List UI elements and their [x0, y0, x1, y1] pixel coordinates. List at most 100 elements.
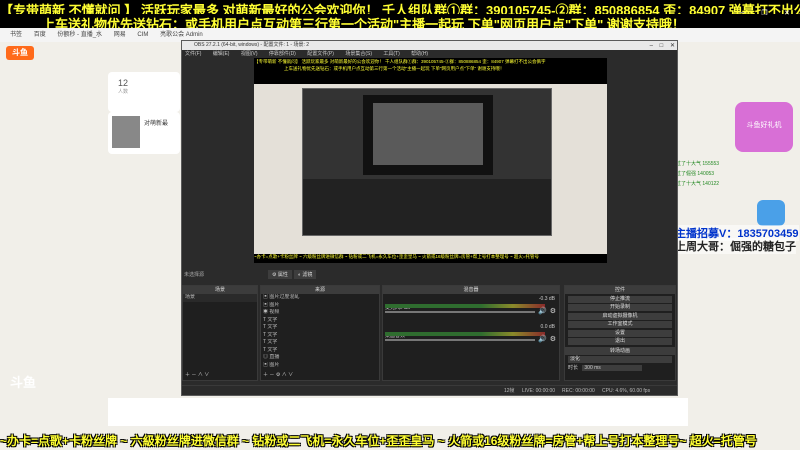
- duration-row: 时长 300 ms: [568, 364, 672, 371]
- bookmark-item[interactable]: 份额秒 - 直播_水: [57, 28, 102, 42]
- transition-select[interactable]: 淡化: [568, 356, 672, 363]
- close-icon[interactable]: ✕: [781, 9, 793, 19]
- speaker-icon[interactable]: 🔊: [538, 307, 547, 315]
- mixer-dock: 混音器 麦克风/Aux -0.3 dB 🔊 ⚙ 桌面音频 0.0 dB 🔊 ⚙: [382, 285, 560, 381]
- side-ad-banner[interactable]: 斗鱼好礼机: [735, 102, 793, 152]
- preview-banner2: 上车送礼物优先送钻石：或手机用户点互动第三行第一个活动"主播一起玩 下单"网页用…: [284, 66, 505, 71]
- add-icon[interactable]: ＋: [263, 372, 268, 378]
- studio-mode-button[interactable]: 工作室模式: [568, 321, 672, 328]
- obs-title-bar[interactable]: OBS 27.2.1 (64-bit, windows) - 配置文件: 1 -…: [182, 41, 677, 50]
- mixer-dock-header: 混音器: [383, 286, 559, 294]
- transitions-dock-header: 转场动画: [565, 347, 675, 355]
- speaker-icon[interactable]: 🔊: [538, 335, 547, 343]
- scenes-dock: 场景 场景 ＋ － ∧ ∨: [182, 285, 258, 381]
- preview-nested-capture: [254, 84, 607, 254]
- source-item[interactable]: ◎ 直播: [261, 354, 379, 362]
- exit-button[interactable]: 退出: [568, 338, 672, 345]
- bookmark-item[interactable]: 网易: [114, 28, 126, 42]
- gear-icon[interactable]: ⚙: [550, 335, 556, 343]
- live-status: LIVE: 00:00:00: [522, 388, 556, 394]
- restore-icon[interactable]: ❐: [758, 9, 770, 19]
- duration-input[interactable]: 300 ms: [582, 365, 643, 371]
- menu-profile[interactable]: 配置文件(P): [307, 51, 334, 57]
- start-recording-button[interactable]: 开始录制: [568, 304, 672, 311]
- menu-scene-collection[interactable]: 场景集合(S): [345, 51, 372, 57]
- stop-streaming-button[interactable]: 停止推流: [568, 295, 672, 303]
- obs-window[interactable]: OBS 27.2.1 (64-bit, windows) - 配置文件: 1 -…: [181, 40, 678, 396]
- menu-edit[interactable]: 编辑(E): [213, 51, 230, 57]
- top-banner-line1: 【专带萌新 不懂就问 】 活跃玩家最多 对萌新最好的公会欢迎你！ 千人组队群①群…: [0, 3, 800, 14]
- volume-meter: [385, 304, 545, 308]
- bookmark-item[interactable]: CIM: [137, 28, 148, 42]
- move-down-icon[interactable]: ∨: [204, 372, 209, 378]
- obs-menu-bar: 文件(F) 编辑(E) 视图(V) 停靠部件(D) 配置文件(P) 场景集合(S…: [182, 50, 677, 58]
- minimize-icon[interactable]: ‒: [650, 43, 653, 49]
- gift-bar: [108, 398, 688, 426]
- remove-icon[interactable]: －: [191, 372, 196, 378]
- mixer-channel: 麦克风/Aux -0.3 dB 🔊 ⚙: [385, 296, 557, 322]
- controls-dock-header: 控件: [565, 286, 675, 294]
- sources-dock-header: 来源: [261, 286, 379, 294]
- menu-help[interactable]: 帮助(H): [411, 51, 428, 57]
- menu-docks[interactable]: 停靠部件(D): [269, 51, 296, 57]
- volume-slider[interactable]: [385, 339, 535, 341]
- move-down-icon[interactable]: ∨: [288, 372, 293, 378]
- site-watermark: 斗鱼: [10, 375, 37, 390]
- scenes-dock-header: 场景: [183, 286, 257, 294]
- source-item[interactable]: T 文字: [261, 347, 379, 355]
- bookmark-item[interactable]: 百度: [34, 28, 46, 42]
- rec-status: REC: 00:00:00: [562, 388, 595, 394]
- cpu-status: CPU: 4.6%, 60.00 fps: [602, 388, 651, 394]
- streamer-card[interactable]: 对萌新最: [108, 112, 180, 154]
- mixer-channel: 桌面音频 0.0 dB 🔊 ⚙: [385, 324, 557, 350]
- scene-item[interactable]: 场景: [183, 294, 257, 302]
- side-ad-small[interactable]: [757, 200, 785, 226]
- source-item[interactable]: T 文字: [261, 339, 379, 347]
- menu-file[interactable]: 文件(F): [185, 51, 201, 57]
- viewer-count-label: 人数: [118, 89, 129, 95]
- source-item[interactable]: T 文字: [261, 317, 379, 325]
- streamer-title: 对萌新最: [144, 121, 169, 127]
- site-logo[interactable]: 斗鱼: [6, 46, 34, 60]
- source-dock-buttons: ＋ － ⚙ ∧ ∨: [263, 371, 293, 378]
- minimize-icon[interactable]: ─: [736, 10, 748, 20]
- volume-meter: [385, 332, 545, 336]
- scene-dock-buttons: ＋ － ∧ ∨: [185, 371, 209, 378]
- source-item[interactable]: T 文字: [261, 324, 379, 332]
- add-icon[interactable]: ＋: [185, 372, 190, 378]
- window-top-controls: ─ ❐ ✕: [730, 2, 793, 20]
- menu-tools[interactable]: 工具(T): [383, 51, 399, 57]
- bookmark-item[interactable]: 书签: [10, 28, 22, 42]
- no-source-selected-label: 未选择源: [184, 272, 205, 278]
- nested-preview: [363, 95, 493, 175]
- volume-slider[interactable]: [385, 311, 535, 313]
- maximize-icon[interactable]: □: [660, 43, 664, 49]
- filters-button[interactable]: ◐ 滤镜: [294, 270, 317, 279]
- preview-banner1: 【专带萌新 不懂就问】 活跃玩家最多 对萌新最好的公会欢迎你！ 千人组队群①群：…: [254, 59, 546, 64]
- move-up-icon[interactable]: ∧: [198, 372, 203, 378]
- source-item[interactable]: ▣ 图片过度混乱: [261, 294, 379, 302]
- nested-docks: [303, 179, 551, 235]
- source-item[interactable]: T 文字: [261, 332, 379, 340]
- source-item[interactable]: ◉ 视频: [261, 309, 379, 317]
- settings-button[interactable]: 设置: [568, 329, 672, 337]
- virtual-camera-button[interactable]: 启动虚拟摄像机: [568, 312, 672, 320]
- source-item[interactable]: ▣ 图片: [261, 302, 379, 310]
- mixer-channel-db: -0.3 dB: [538, 296, 555, 302]
- gear-icon[interactable]: ⚙: [276, 372, 280, 378]
- move-up-icon[interactable]: ∧: [282, 372, 287, 378]
- last-week-top-fan: 上周大哥：倔强的糖包子: [675, 238, 796, 254]
- filter-icon: ◐: [298, 272, 302, 278]
- properties-button[interactable]: ⚙ 属性: [268, 270, 292, 279]
- gear-icon[interactable]: ⚙: [550, 307, 556, 315]
- obs-preview[interactable]: 【专带萌新 不懂就问】 活跃玩家最多 对萌新最好的公会欢迎你！ 千人组队群①群：…: [254, 58, 607, 263]
- frames-status: 12帧: [504, 388, 515, 394]
- remove-icon[interactable]: －: [269, 372, 274, 378]
- controls-dock: 控件 停止推流 开始录制 启动虚拟摄像机 工作室模式 设置 退出 转场动画 淡化…: [564, 285, 676, 381]
- source-item[interactable]: ▣ 图片: [261, 362, 379, 370]
- sources-dock: 来源 ▣ 图片过度混乱 ▣ 图片 ◉ 视频 T 文字 T 文字 T 文字 T 文…: [260, 285, 380, 381]
- room-card: 12 人数: [108, 72, 180, 112]
- menu-view[interactable]: 视图(V): [241, 51, 258, 57]
- close-icon[interactable]: ✕: [670, 43, 675, 49]
- nested-obs-window: [302, 88, 552, 236]
